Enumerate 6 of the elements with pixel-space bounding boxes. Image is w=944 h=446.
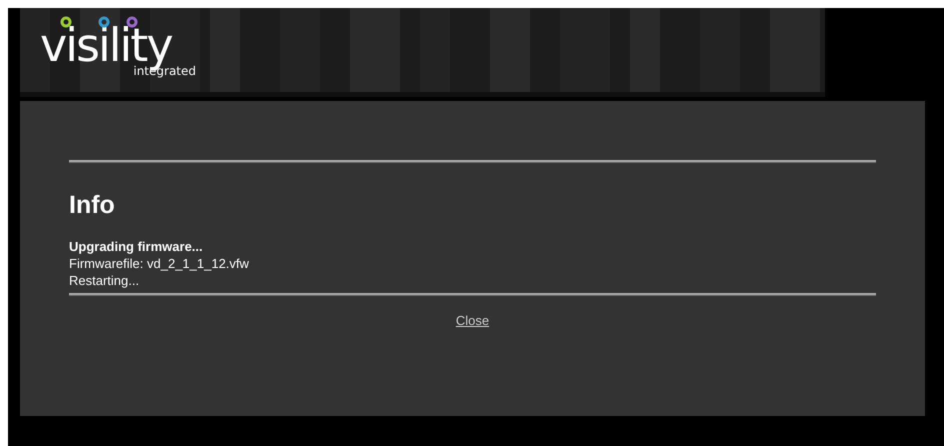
dialog-title: Info <box>69 191 116 220</box>
close-link[interactable]: Close <box>456 313 490 328</box>
status-line: Firmwarefile: vd_2_1_1_12.vfw <box>69 255 250 272</box>
status-line: Restarting... <box>69 272 140 289</box>
status-line: Upgrading firmware... <box>69 238 204 255</box>
dots-icon <box>60 16 138 28</box>
